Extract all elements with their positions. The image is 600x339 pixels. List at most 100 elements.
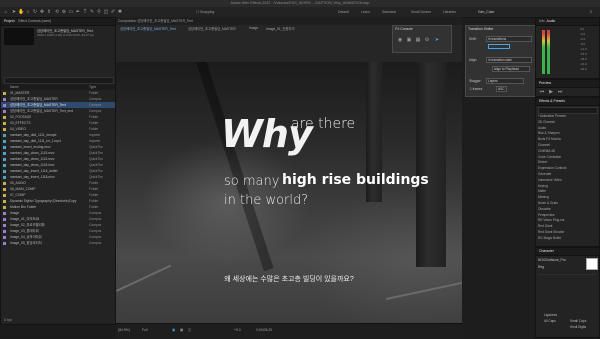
tab-character[interactable]: Character [539,249,554,253]
effects-category[interactable]: Red Giant [538,224,552,229]
shift-select[interactable]: In transitions [486,36,532,42]
effects-category[interactable]: Missing [538,195,549,200]
label-color-swatch[interactable] [3,109,6,113]
search-help-icon[interactable]: ⌕ [588,9,594,15]
exposure-value[interactable]: +0.0 [234,328,241,332]
breadcrumb-1[interactable]: 성당에이언_초고층빌딩_MASTER [188,26,236,31]
workspace-gen-color[interactable]: Gen_Color [478,9,494,15]
effects-category[interactable]: Expression Controls [538,166,567,171]
allcaps-checkbox[interactable]: All Caps [544,319,556,323]
effects-category[interactable]: CINEMA 4D [538,149,555,154]
tab-audio[interactable]: Audio [547,19,556,23]
align-select[interactable]: In transition start [486,57,532,63]
label-color-swatch[interactable] [3,241,6,245]
timeline-panel[interactable] [0,325,116,338]
label-color-swatch[interactable] [3,139,6,143]
label-color-swatch[interactable] [3,91,6,95]
label-color-swatch[interactable] [3,151,6,155]
project-bpc[interactable]: 8 bpc [4,318,12,322]
hindi-digits-checkbox[interactable]: Hindi Digits [570,325,586,329]
label-color-swatch[interactable] [3,145,6,149]
label-color-swatch[interactable] [3,163,6,167]
last-frame-icon[interactable]: ⏭ [557,89,563,95]
label-color-swatch[interactable] [3,211,6,215]
workspace-learn[interactable]: Learn [361,9,370,15]
home-icon[interactable]: ⌂ [3,9,9,15]
label-color-swatch[interactable] [3,235,6,239]
transparency-icon[interactable]: ▦ [180,328,183,332]
effects-category[interactable]: Keying [538,184,548,189]
font-family-select[interactable]: NGGGothicoe_Pro [538,258,566,262]
effects-category[interactable]: Color Correction [538,155,561,160]
stamp-tool-icon[interactable]: ⚲ [96,9,102,15]
settings-icon[interactable]: ⚙ [424,37,430,43]
tab-info[interactable]: Info [539,19,545,23]
effects-category[interactable]: 3D Channel [538,120,555,125]
label-color-swatch[interactable] [3,97,6,101]
effects-category[interactable]: Audio [538,126,546,131]
label-color-swatch[interactable] [3,217,6,221]
effects-category[interactable]: Distort [538,160,547,165]
tab-effects[interactable]: Effects & Presets [539,99,565,103]
breadcrumb-3[interactable]: Image_01_전원자가 [266,26,295,31]
effects-category[interactable]: Red Giant Shooter [538,230,564,235]
effects-category[interactable]: RE:Vision Plug-ins [538,218,564,223]
orbit-tool-icon[interactable]: ↻ [32,9,38,15]
label-color-swatch[interactable] [3,187,6,191]
stagger-frames-field[interactable]: 1 frames [470,87,482,91]
label-color-swatch[interactable] [3,229,6,233]
type-tool-icon[interactable]: T [82,9,88,15]
dolly-tool-icon[interactable]: ⇕ [46,9,52,15]
timecode[interactable]: 0;00;05;29 [256,328,272,332]
image-icon[interactable]: ▣ [406,37,412,43]
rectangle-tool-icon[interactable]: ▭ [68,9,74,15]
effects-category[interactable]: Matte [538,189,546,194]
anchor-tool-icon[interactable]: ⊕ [61,9,67,15]
grid-icon[interactable]: ▦ [415,37,421,43]
play-icon[interactable]: ▶ [548,89,554,95]
composition-viewer[interactable]: Why are there so many high rise building… [116,62,462,323]
align-to-playhead-button[interactable]: Align to Playhead [492,66,530,72]
effects-category[interactable]: Perspective [538,213,555,218]
effects-category[interactable]: Noise & Grain [538,201,558,206]
label-color-swatch[interactable] [3,121,6,125]
fill-color-swatch[interactable] [586,258,598,270]
puppet-tool-icon[interactable]: ✱ [117,9,123,15]
stagger-select[interactable]: Layers [486,78,524,84]
send-icon[interactable]: ➤ [434,37,440,43]
shift-toggle[interactable] [488,44,510,49]
snapping-toggle[interactable]: ☐ Snapping [196,9,214,15]
label-color-swatch[interactable] [3,115,6,119]
zoom-tool-icon[interactable]: ⌕ [25,9,31,15]
order-select[interactable]: ASC [496,86,507,92]
project-item[interactable]: Image_05_한강라티저 Compos [1,240,115,246]
breadcrumb-2[interactable]: Image [249,26,258,30]
first-frame-icon[interactable]: ⏮ [539,89,545,95]
effects-category[interactable]: Channel [538,143,550,148]
workspace-small-screen[interactable]: Small Screen [411,9,431,15]
label-color-swatch[interactable] [3,127,6,131]
label-color-swatch[interactable] [3,181,6,185]
eraser-tool-icon[interactable]: ◫ [103,9,109,15]
effects-category[interactable]: Boris FX Mocha [538,137,561,142]
label-color-swatch[interactable] [3,133,6,137]
smallcaps-checkbox[interactable]: Small Caps [570,319,586,323]
effects-search-input[interactable] [538,107,598,114]
pen-tool-icon[interactable]: ✒ [75,9,81,15]
rotate-tool-icon[interactable]: ⟲ [54,9,60,15]
tab-effect-controls[interactable]: Effect Controls (none) [18,19,51,23]
zoom-select[interactable]: (84.9%) [118,328,130,332]
label-color-swatch[interactable] [3,193,6,197]
brush-tool-icon[interactable]: ✎ [89,9,95,15]
label-color-swatch[interactable] [3,103,6,107]
effects-category[interactable]: Generate [538,172,551,177]
label-color-swatch[interactable] [3,175,6,179]
camera-icon[interactable]: ◉ [397,37,403,43]
font-style-select[interactable]: Reg [538,265,544,269]
selection-tool-icon[interactable]: ➤ [11,9,17,15]
tab-preview[interactable]: Preview [539,81,551,85]
workspace-standard[interactable]: Standard [382,9,396,15]
effects-category[interactable]: Obsolete [538,207,551,212]
label-color-swatch[interactable] [3,223,6,227]
tab-project[interactable]: Project [4,19,15,23]
